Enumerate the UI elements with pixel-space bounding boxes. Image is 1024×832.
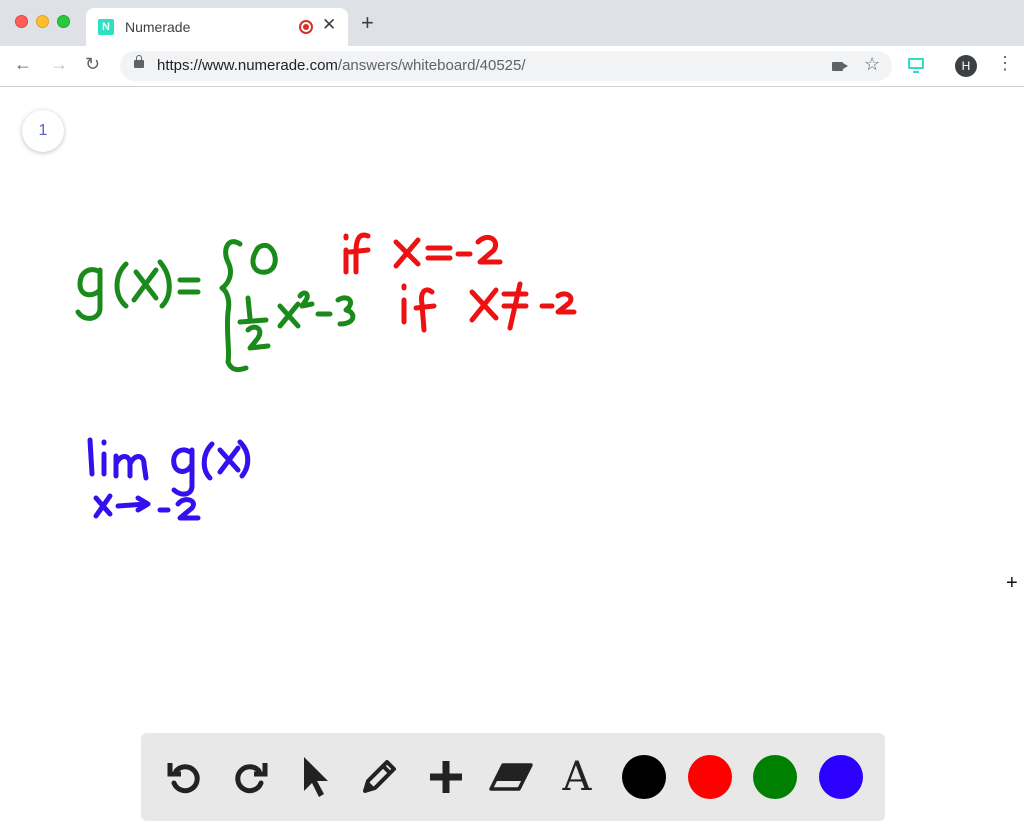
undo-icon: [167, 763, 200, 794]
reload-icon[interactable]: ↻: [85, 54, 100, 75]
close-tab-icon[interactable]: ✕: [322, 15, 336, 35]
color-swatch-black[interactable]: [622, 755, 666, 799]
red-ink-conditions: [343, 232, 577, 333]
forward-arrow-icon[interactable]: →: [50, 54, 68, 75]
select-button[interactable]: [290, 753, 338, 801]
lock-icon: [134, 55, 144, 68]
tab-title: Numerade: [125, 19, 191, 35]
color-swatch-red[interactable]: [688, 755, 732, 799]
recording-icon: [299, 20, 313, 34]
plus-icon: [430, 761, 462, 793]
pencil-icon: [363, 760, 396, 793]
page-number-badge[interactable]: 1: [22, 110, 64, 152]
crosshair-cursor-icon: +: [1006, 572, 1018, 594]
tab-strip: N Numerade ✕ +: [0, 0, 1024, 46]
whiteboard-canvas[interactable]: [0, 0, 1024, 832]
new-tab-button[interactable]: +: [361, 12, 374, 34]
green-ink-piecewise: [75, 239, 356, 373]
url-text: https://www.numerade.com/answers/whitebo…: [157, 57, 526, 74]
color-swatch-blue[interactable]: [819, 755, 863, 799]
eraser-icon: [489, 763, 533, 791]
undo-button[interactable]: [160, 753, 208, 801]
cast-icon[interactable]: [908, 58, 924, 73]
bookmark-star-icon[interactable]: ☆: [864, 54, 880, 75]
color-swatch-green[interactable]: [753, 755, 797, 799]
back-arrow-icon[interactable]: ←: [14, 54, 32, 75]
camera-icon[interactable]: [832, 62, 848, 71]
eraser-button[interactable]: [487, 753, 535, 801]
more-menu-icon[interactable]: ⋮: [996, 53, 1014, 74]
add-button[interactable]: [422, 753, 470, 801]
blue-ink-limit: [87, 437, 251, 521]
maximize-window-button[interactable]: [57, 15, 70, 28]
redo-icon: [235, 763, 268, 794]
close-window-button[interactable]: [15, 15, 28, 28]
address-bar[interactable]: https://www.numerade.com/answers/whitebo…: [120, 51, 892, 81]
drawing-toolbar: A: [141, 733, 885, 821]
redo-button[interactable]: [227, 753, 275, 801]
numerade-favicon-icon: N: [98, 19, 114, 35]
pen-button[interactable]: [355, 753, 403, 801]
cursor-arrow-icon: [304, 757, 328, 797]
browser-toolbar: ← → ↻ https://www.numerade.com/answers/w…: [0, 46, 1024, 87]
minimize-window-button[interactable]: [36, 15, 49, 28]
text-tool-button[interactable]: A: [553, 753, 601, 801]
profile-avatar[interactable]: H: [955, 55, 977, 77]
browser-tab[interactable]: N Numerade ✕: [86, 8, 348, 46]
